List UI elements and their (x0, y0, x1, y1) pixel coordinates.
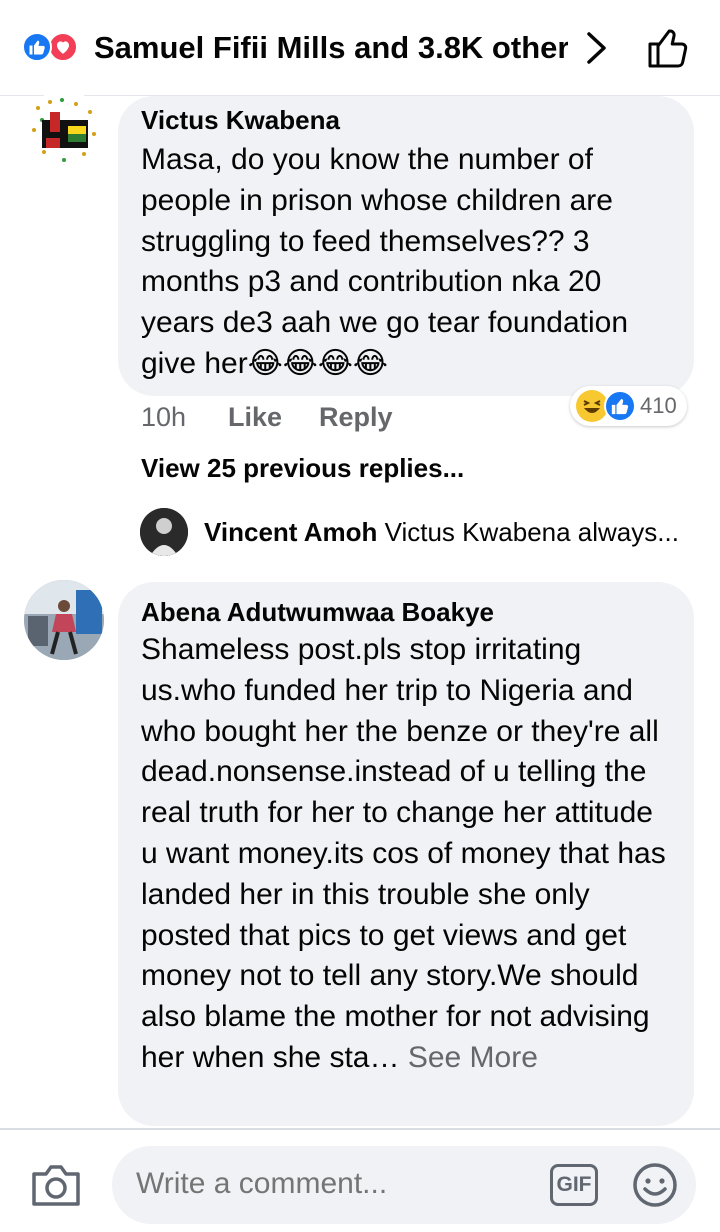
reactions-header[interactable]: Samuel Fifii Mills and 3.8K others (0, 0, 720, 96)
reaction-icons (22, 32, 90, 62)
chevron-right-icon[interactable] (580, 30, 612, 66)
comment-reactions-badge[interactable]: 410 (570, 386, 687, 426)
reply-avatar[interactable] (140, 508, 188, 556)
see-more-link[interactable]: See More (408, 1041, 538, 1074)
camera-icon[interactable] (30, 1162, 82, 1208)
like-icon (22, 32, 52, 62)
comment-author[interactable]: Abena Adutwumwaa Boakye (141, 596, 494, 628)
reply-preview[interactable]: Vincent Amoh Victus Kwabena always... (204, 516, 688, 548)
avatar[interactable] (24, 580, 104, 660)
comment-emoji: 😂😂😂😂 (247, 346, 388, 380)
like-icon (604, 390, 636, 422)
comment-body: Shameless post.pls stop irritating us.wh… (141, 633, 666, 1074)
comment-text: Shameless post.pls stop irritating us.wh… (141, 630, 677, 1079)
comment-body: Masa, do you know the number of people i… (141, 143, 629, 380)
reactions-summary[interactable]: Samuel Fifii Mills and 3.8K others (94, 28, 568, 68)
comment-text: Masa, do you know the number of people i… (141, 140, 671, 385)
reaction-count: 410 (640, 393, 677, 418)
comment-composer: GIF (0, 1128, 720, 1232)
like-outline-icon[interactable] (644, 24, 692, 72)
view-previous-replies[interactable]: View 25 previous replies... (141, 452, 464, 484)
reply-author: Vincent Amoh (204, 517, 378, 547)
comment-input-container[interactable]: GIF (112, 1146, 696, 1224)
comment-input[interactable] (136, 1164, 536, 1204)
reply-text: Victus Kwabena always... (384, 517, 679, 547)
reply-link[interactable]: Reply (319, 401, 393, 433)
comment-time: 10h (141, 402, 187, 432)
gif-button[interactable]: GIF (550, 1164, 598, 1206)
like-link[interactable]: Like (228, 401, 282, 433)
love-icon (48, 32, 78, 62)
comment-author[interactable]: Victus Kwabena (141, 104, 340, 136)
emoji-icon[interactable] (632, 1162, 678, 1208)
comment-meta: 10h (141, 401, 186, 433)
avatar[interactable] (24, 90, 104, 170)
